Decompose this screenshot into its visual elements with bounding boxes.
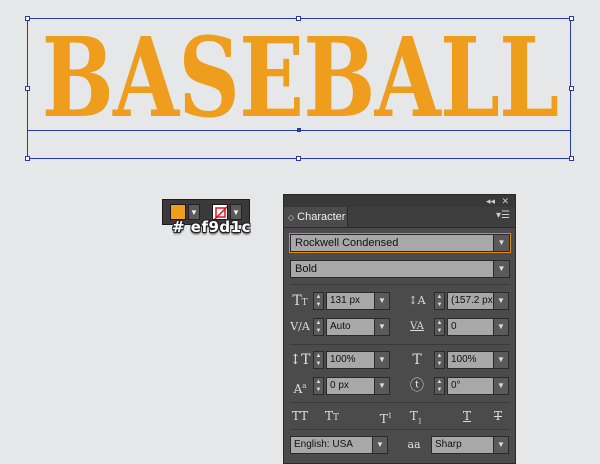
superscript-button[interactable]: T1 [375,407,397,426]
chevron-down-icon[interactable]: ▼ [372,437,387,453]
font-style-dropdown[interactable]: Bold ▼ [290,260,510,278]
character-panel: ◂◂ ✕ ◇ Character ▾☰ Rockwell Condensed ▼ … [283,194,516,464]
subscript-button[interactable]: T1 [405,407,427,425]
baseline-shift-input[interactable]: 0 px ▼ [326,377,390,395]
font-family-dropdown[interactable]: Rockwell Condensed ▼ [289,233,511,253]
language-dropdown[interactable]: English: USA ▼ [290,436,388,454]
horizontal-scale-value: 100% [451,354,477,365]
language-value: English: USA [294,439,353,450]
all-caps-button[interactable]: TT [289,407,311,425]
font-size-stepper[interactable]: ▲ ▼ [313,292,324,310]
chevron-down-icon[interactable]: ▼ [493,235,509,251]
handle-bottom-center[interactable] [296,156,301,161]
chevron-down-icon[interactable]: ▼ [493,261,509,277]
collapse-panel-icon[interactable]: ◂◂ [486,195,495,207]
leading-value: (157.2 px) [451,295,497,306]
chevron-down-icon[interactable]: ▼ [374,293,389,309]
chevron-down-icon[interactable]: ▼ [374,378,389,394]
tracking-input[interactable]: 0 ▼ [447,318,509,336]
font-size-icon: TT [292,293,308,309]
font-style-value: Bold [295,263,318,275]
tracking-value: 0 [451,321,457,332]
vertical-scale-stepper[interactable]: ▲ ▼ [313,351,324,369]
baseline-shift-icon: Aa [293,382,307,396]
center-point [297,128,301,132]
kerning-icon: V/A [290,320,310,333]
leading-input[interactable]: (157.2 px) ▼ [447,292,509,310]
tab-character-label: Character [297,211,346,223]
vertical-scale-icon: ↕T [289,352,311,368]
tab-toggle-icon: ◇ [288,213,295,222]
rotation-input[interactable]: 0° ▼ [447,377,509,395]
leading-icon: ↕A [408,294,426,307]
handle-bottom-left[interactable] [25,156,30,161]
panel-title-bar: ◂◂ ✕ [284,195,515,207]
close-panel-icon[interactable]: ✕ [501,195,509,207]
kerning-input[interactable]: Auto ▼ [326,318,390,336]
character-rotation-icon: ⓣ [410,378,424,394]
selection-bounding-box [27,18,571,159]
underline-button[interactable]: T [456,407,478,425]
kerning-value: Auto [330,321,351,332]
hex-color-label: # ef9d1c [172,218,251,236]
text-object[interactable]: BASEBALL [0,0,600,175]
tracking-stepper[interactable]: ▲ ▼ [434,318,445,336]
divider [290,284,510,285]
font-size-input[interactable]: 131 px ▼ [326,292,390,310]
antialiasing-value: Sharp [435,439,462,450]
leading-stepper[interactable]: ▲ ▼ [434,292,445,310]
kerning-stepper[interactable]: ▲ ▼ [313,318,324,336]
font-size-value: 131 px [330,295,361,306]
strikethrough-button[interactable]: T [487,407,509,425]
panel-menu-icon[interactable]: ▾☰ [496,210,510,221]
vertical-scale-input[interactable]: 100% ▼ [326,351,390,369]
horizontal-scale-icon: T [412,352,422,368]
panel-tab-strip: ◇ Character ▾☰ [284,207,515,228]
font-family-value: Rockwell Condensed [295,237,399,249]
handle-top-left[interactable] [25,16,30,21]
tab-character[interactable]: ◇ Character [284,207,348,227]
chevron-down-icon[interactable]: ▼ [493,378,508,394]
horizontal-scale-input[interactable]: 100% ▼ [447,351,509,369]
chevron-down-icon[interactable]: ▼ [493,352,508,368]
antialiasing-icon: aa [407,438,421,451]
rotation-stepper[interactable]: ▲ ▼ [434,377,445,395]
handle-middle-right[interactable] [569,86,574,91]
chevron-down-icon[interactable]: ▼ [374,319,389,335]
horizontal-scale-stepper[interactable]: ▲ ▼ [434,351,445,369]
handle-bottom-right[interactable] [569,156,574,161]
rotation-value: 0° [451,380,461,391]
vertical-scale-value: 100% [330,354,356,365]
tracking-icon: VA [410,321,424,332]
antialiasing-dropdown[interactable]: Sharp ▼ [431,436,509,454]
baseline-shift-stepper[interactable]: ▲ ▼ [313,377,324,395]
divider [290,429,510,430]
divider [290,402,510,403]
chevron-down-icon[interactable]: ▼ [374,352,389,368]
handle-top-right[interactable] [569,16,574,21]
chevron-down-icon[interactable]: ▼ [493,293,508,309]
handle-top-center[interactable] [296,16,301,21]
divider [290,344,510,345]
small-caps-button[interactable]: TT [321,407,343,425]
handle-middle-left[interactable] [25,86,30,91]
baseline-shift-value: 0 px [330,380,349,391]
chevron-down-icon[interactable]: ▼ [493,319,508,335]
chevron-down-icon[interactable]: ▼ [493,437,508,453]
